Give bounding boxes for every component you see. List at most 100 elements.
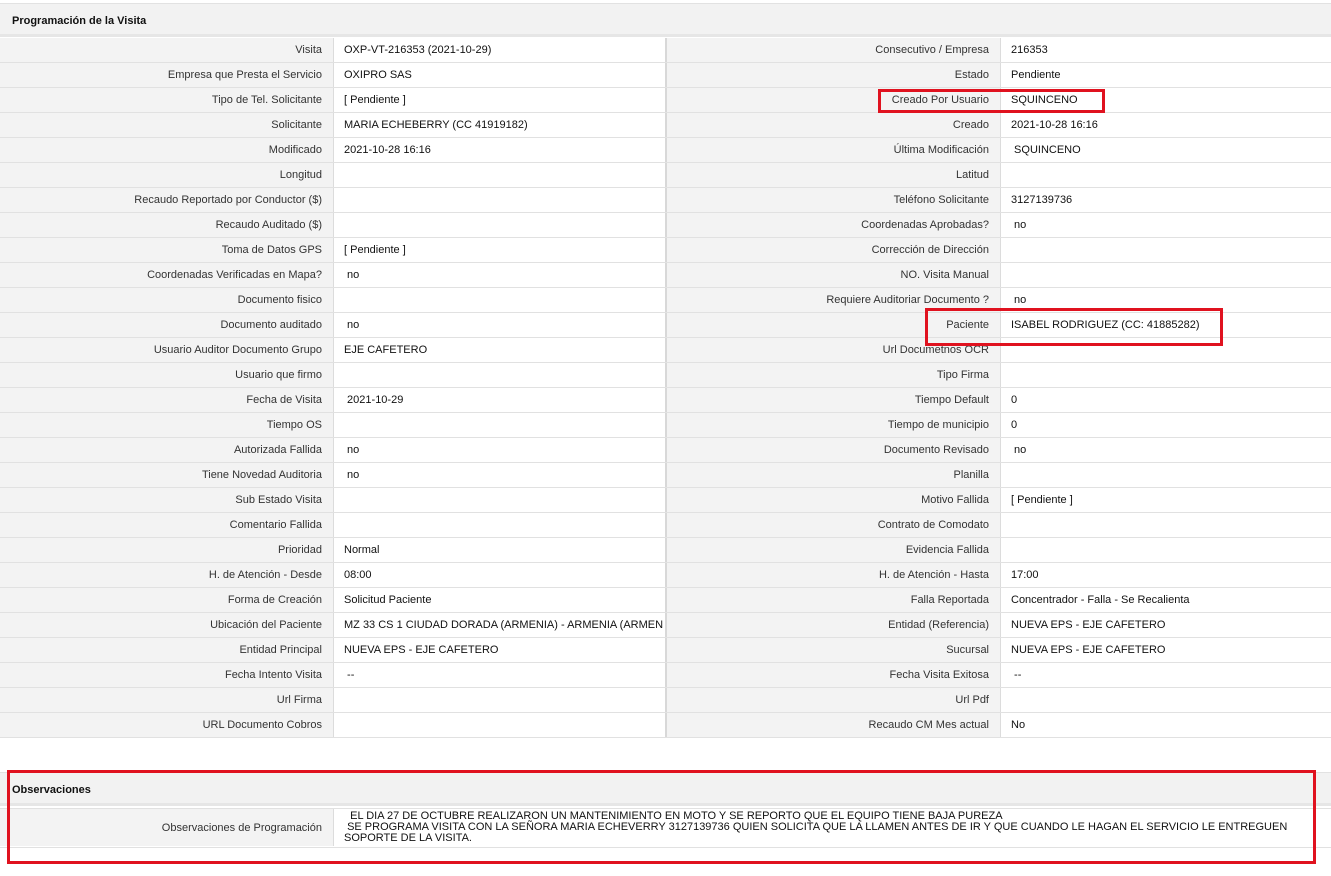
field-value: no [1000,438,1331,462]
field-value: no [333,463,667,487]
field-label: Sub Estado Visita [0,488,333,512]
field-label: Documento auditado [0,313,333,337]
field-row: Usuario Auditor Documento Grupo EJE CAFET… [0,338,1331,363]
visit-details-grid: Visita OXP-VT-216353 (2021-10-29) Consecut… [0,38,1331,738]
field-value: 2021-10-28 16:16 [333,138,667,162]
field-value: no [333,313,667,337]
field-value: NUEVA EPS - EJE CAFETERO [1000,613,1331,637]
field-value: MARIA ECHEBERRY (CC 41919182) [333,113,667,137]
field-label: Corrección de Dirección [667,238,1000,262]
field-row: Comentario Fallida Contrato de Comodato [0,513,1331,538]
field-value: OXIPRO SAS [333,63,667,87]
field-row: Fecha Intento Visita -- Fecha Visita Exit… [0,663,1331,688]
field-label: Estado [667,63,1000,87]
field-value: no [1000,213,1331,237]
field-row: Entidad Principal NUEVA EPS - EJE CAFETER… [0,638,1331,663]
field-row: Visita OXP-VT-216353 (2021-10-29) Consecut… [0,38,1331,63]
field-label: Latitud [667,163,1000,187]
field-label: Motivo Fallida [667,488,1000,512]
field-row: Documento fisico Requiere Auditoriar Docu… [0,288,1331,313]
field-row: Documento auditado no Paciente ISABEL RODR… [0,313,1331,338]
section-header-observaciones: Observaciones [0,772,1331,806]
field-row: Forma de Creación Solicitud Paciente Falla… [0,588,1331,613]
field-label: Tiempo OS [0,413,333,437]
field-row: Recaudo Reportado por Conductor ($) Teléf… [0,188,1331,213]
field-label: Teléfono Solicitante [667,188,1000,212]
field-label: Toma de Datos GPS [0,238,333,262]
field-label: Entidad (Referencia) [667,613,1000,637]
field-label: Creado Por Usuario [667,88,1000,112]
field-label: URL Documento Cobros [0,713,333,737]
field-value [1000,538,1331,562]
field-value: SQUINCENO [1000,138,1331,162]
field-value [1000,688,1331,712]
field-value: NUEVA EPS - EJE CAFETERO [333,638,667,662]
field-label: NO. Visita Manual [667,263,1000,287]
field-value [1000,238,1331,262]
field-value: Solicitud Paciente [333,588,667,612]
field-value: 17:00 [1000,563,1331,587]
section-title: Observaciones [12,784,91,796]
field-value: -- [1000,663,1331,687]
section-header-programacion: Programación de la Visita [0,3,1331,37]
field-label: Coordenadas Aprobadas? [667,213,1000,237]
field-value: -- [333,663,667,687]
field-label: Fecha Intento Visita [0,663,333,687]
field-value: MZ 33 CS 1 CIUDAD DORADA (ARMENIA) - ARM… [333,613,667,637]
field-value [1000,263,1331,287]
field-value: Concentrador - Falla - Se Recalienta [1000,588,1331,612]
field-value: SQUINCENO [1000,88,1331,112]
field-label: Sucursal [667,638,1000,662]
field-label: Visita [0,38,333,62]
field-value: No [1000,713,1331,737]
field-label: Url Pdf [667,688,1000,712]
field-value: no [333,263,667,287]
field-value: Normal [333,538,667,562]
field-value: Pendiente [1000,63,1331,87]
field-label: Usuario Auditor Documento Grupo [0,338,333,362]
field-row: Sub Estado Visita Motivo Fallida[ Pendien… [0,488,1331,513]
field-label: Creado [667,113,1000,137]
field-label: Consecutivo / Empresa [667,38,1000,62]
field-value: no [333,438,667,462]
field-value: NUEVA EPS - EJE CAFETERO [1000,638,1331,662]
field-label: Última Modificación [667,138,1000,162]
field-label: Tiempo Default [667,388,1000,412]
field-label: Documento Revisado [667,438,1000,462]
field-label: Requiere Auditoriar Documento ? [667,288,1000,312]
field-label: Planilla [667,463,1000,487]
field-value: [ Pendiente ] [1000,488,1331,512]
field-label: Forma de Creación [0,588,333,612]
field-label: Tiene Novedad Auditoria [0,463,333,487]
field-value [1000,463,1331,487]
field-label: Empresa que Presta el Servicio [0,63,333,87]
field-row: Tipo de Tel. Solicitante[ Pendiente ] Cre… [0,88,1331,113]
field-label: Evidencia Fallida [667,538,1000,562]
field-value: 2021-10-28 16:16 [1000,113,1331,137]
field-label: Contrato de Comodato [667,513,1000,537]
field-value [333,213,667,237]
field-row: Prioridad Normal Evidencia Fallida [0,538,1331,563]
field-label: Modificado [0,138,333,162]
field-row: Modificado 2021-10-28 16:16 Última Modific… [0,138,1331,163]
field-label: Falla Reportada [667,588,1000,612]
field-row: Tiene Novedad Auditoria no Planilla [0,463,1331,488]
field-label: Url Documetnos OCR [667,338,1000,362]
field-label: Url Firma [0,688,333,712]
field-row: Ubicación del Paciente MZ 33 CS 1 CIUDAD … [0,613,1331,638]
observaciones-row: Observaciones de Programación EL DIA 27 … [0,808,1331,848]
field-row: Recaudo Auditado ($) Coordenadas Aprobada… [0,213,1331,238]
field-label: Ubicación del Paciente [0,613,333,637]
field-label: Fecha de Visita [0,388,333,412]
field-value [333,488,667,512]
field-row: Tiempo OS Tiempo de municipio 0 [0,413,1331,438]
field-row: H. de Atención - Desde 08:00 H. de Atenció… [0,563,1331,588]
field-label: Documento fisico [0,288,333,312]
field-label: Observaciones de Programación [0,809,333,846]
field-label: Prioridad [0,538,333,562]
field-row: Solicitante MARIA ECHEBERRY (CC 41919182)… [0,113,1331,138]
field-row: Usuario que firmo Tipo Firma [0,363,1331,388]
field-value [333,688,667,712]
field-row: Autorizada Fallida no Documento Revisado … [0,438,1331,463]
field-value: 216353 [1000,38,1331,62]
